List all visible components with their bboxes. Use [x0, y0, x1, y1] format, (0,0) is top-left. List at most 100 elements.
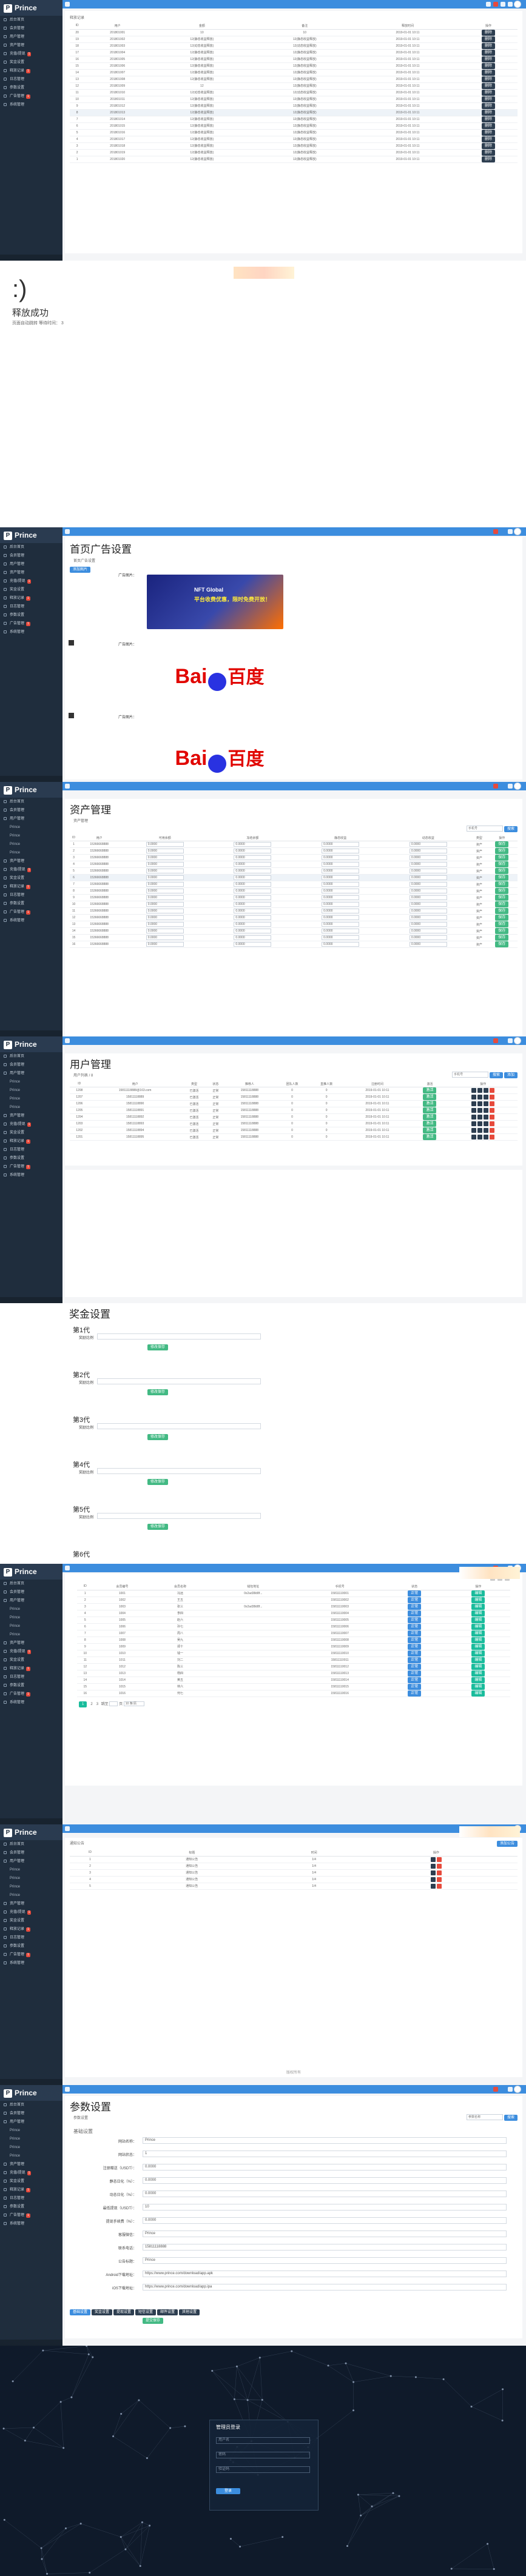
balance-input[interactable]: 0.0000: [146, 909, 184, 914]
balance-input[interactable]: 0.0000: [409, 855, 447, 861]
sidebar-item[interactable]: 参数设置: [0, 1681, 62, 1690]
activate-badge[interactable]: 激活: [423, 1127, 437, 1133]
save-button[interactable]: 保存: [495, 875, 509, 881]
sidebar-item[interactable]: 会员管理: [0, 24, 62, 33]
balance-input[interactable]: 0.0000: [409, 935, 447, 941]
sidebar-item[interactable]: 系统管理: [0, 1959, 62, 1967]
delete-button[interactable]: 删除: [482, 156, 496, 162]
balance-input[interactable]: 0.0000: [146, 889, 184, 894]
page-number[interactable]: 3: [96, 1703, 98, 1706]
save-button[interactable]: 修改保存: [147, 1479, 169, 1485]
balance-input[interactable]: 0.0000: [146, 902, 184, 907]
balance-input[interactable]: 0.0000: [146, 882, 184, 887]
edit-icon[interactable]: [477, 1088, 483, 1093]
sidebar-item[interactable]: 参数设置: [0, 2203, 62, 2211]
message-icon[interactable]: [493, 529, 498, 534]
password-input[interactable]: 密码: [216, 2452, 310, 2458]
save-button[interactable]: 保存: [495, 888, 509, 894]
sidebar-item[interactable]: 奖金设置: [0, 58, 62, 67]
menu-toggle-icon[interactable]: [65, 1566, 70, 1570]
edit-icon[interactable]: [430, 1857, 436, 1862]
activate-badge[interactable]: 激活: [423, 1087, 437, 1093]
balance-input[interactable]: 0.0000: [322, 915, 360, 921]
balance-input[interactable]: 0.0000: [409, 842, 447, 847]
lock-icon[interactable]: [484, 1115, 489, 1120]
sidebar-item[interactable]: 用户管理: [0, 2118, 62, 2126]
save-button[interactable]: 保存: [495, 881, 509, 887]
sidebar-subitem[interactable]: Prince: [0, 1086, 62, 1095]
param-input[interactable]: Prince: [143, 2230, 507, 2237]
edit-icon[interactable]: [477, 1121, 483, 1127]
balance-input[interactable]: 0.0000: [322, 909, 360, 914]
delete-icon[interactable]: [436, 1857, 442, 1862]
sidebar-item[interactable]: 释放记录 1: [0, 594, 62, 602]
param-input[interactable]: 1: [143, 2150, 507, 2157]
balance-input[interactable]: 0.0000: [146, 935, 184, 941]
edit-button[interactable]: 编辑: [471, 1670, 485, 1676]
edit-button[interactable]: 编辑: [471, 1597, 485, 1603]
search-input[interactable]: [467, 826, 504, 832]
save-button[interactable]: 修改保存: [147, 1344, 169, 1350]
sidebar-item[interactable]: 会员管理: [0, 552, 62, 560]
sidebar-item[interactable]: 资产管理: [0, 857, 62, 866]
delete-icon[interactable]: [436, 1883, 442, 1889]
edit-button[interactable]: 编辑: [471, 1677, 485, 1683]
sidebar-item[interactable]: 资产管理: [0, 1900, 62, 1908]
bell-icon[interactable]: [486, 2, 491, 7]
sidebar-item[interactable]: 资产管理: [0, 1639, 62, 1647]
delete-button[interactable]: 删除: [482, 56, 496, 62]
balance-input[interactable]: 0.0000: [322, 895, 360, 901]
edit-button[interactable]: 编辑: [471, 1663, 485, 1669]
save-button[interactable]: 保存: [495, 841, 509, 847]
lock-icon[interactable]: [484, 1095, 489, 1100]
delete-icon[interactable]: [490, 1128, 495, 1133]
edit-button[interactable]: 编辑: [471, 1630, 485, 1636]
balance-input[interactable]: 0.0000: [322, 869, 360, 874]
sidebar-item[interactable]: 后台首页: [0, 798, 62, 806]
captcha-input[interactable]: 验证码: [216, 2466, 310, 2473]
lock-icon[interactable]: [484, 1135, 489, 1140]
sidebar-subitem[interactable]: Prince: [0, 1866, 62, 1874]
edit-icon[interactable]: [477, 1135, 483, 1140]
delete-icon[interactable]: [490, 1135, 495, 1140]
balance-input[interactable]: 0.0000: [234, 862, 272, 867]
sidebar-item[interactable]: 资产管理: [0, 41, 62, 50]
balance-input[interactable]: 0.0000: [234, 889, 272, 894]
message-icon[interactable]: [493, 2087, 498, 2092]
balance-input[interactable]: 0.0000: [322, 842, 360, 847]
balance-input[interactable]: 0.0000: [322, 942, 360, 947]
sidebar-item[interactable]: 资产管理: [0, 1112, 62, 1120]
sidebar-subitem[interactable]: Prince: [0, 1874, 62, 1883]
view-icon[interactable]: [471, 1088, 477, 1093]
delete-button[interactable]: 删除: [482, 36, 496, 42]
settings-tab[interactable]: 短信设置: [135, 2309, 157, 2315]
delete-image-icon[interactable]: [69, 713, 74, 718]
menu-toggle-icon[interactable]: [65, 529, 70, 534]
balance-input[interactable]: 0.0000: [409, 929, 447, 934]
delete-icon[interactable]: [490, 1108, 495, 1113]
search-input[interactable]: [467, 2114, 504, 2120]
sidebar-item[interactable]: 参数设置: [0, 1154, 62, 1163]
edit-icon[interactable]: [477, 1101, 483, 1107]
balance-input[interactable]: 0.0000: [234, 909, 272, 914]
sidebar-subitem[interactable]: Prince: [0, 1891, 62, 1900]
param-input[interactable]: 0.0000: [143, 2217, 507, 2224]
param-input[interactable]: Prince: [143, 2137, 507, 2144]
sidebar-item[interactable]: 充值/提现 1: [0, 50, 62, 58]
edit-button[interactable]: 编辑: [471, 1657, 485, 1663]
balance-input[interactable]: 0.0000: [146, 875, 184, 881]
sidebar-item[interactable]: 后台首页: [0, 16, 62, 24]
sidebar-item[interactable]: 奖金设置: [0, 874, 62, 883]
balance-input[interactable]: 0.0000: [146, 849, 184, 854]
delete-button[interactable]: 删除: [482, 122, 496, 128]
param-input[interactable]: 0.0000: [143, 2190, 507, 2197]
balance-input[interactable]: 0.0000: [146, 855, 184, 861]
balance-input[interactable]: 0.0000: [322, 862, 360, 867]
balance-input[interactable]: 0.0000: [409, 942, 447, 947]
sidebar-item[interactable]: 会员管理: [0, 806, 62, 815]
balance-input[interactable]: 0.0000: [146, 929, 184, 934]
param-input[interactable]: https://www.prince.com/download/app.ipa: [143, 2283, 507, 2291]
message-icon[interactable]: [493, 1038, 498, 1043]
edit-icon[interactable]: [477, 1095, 483, 1100]
delete-button[interactable]: 删除: [482, 109, 496, 115]
